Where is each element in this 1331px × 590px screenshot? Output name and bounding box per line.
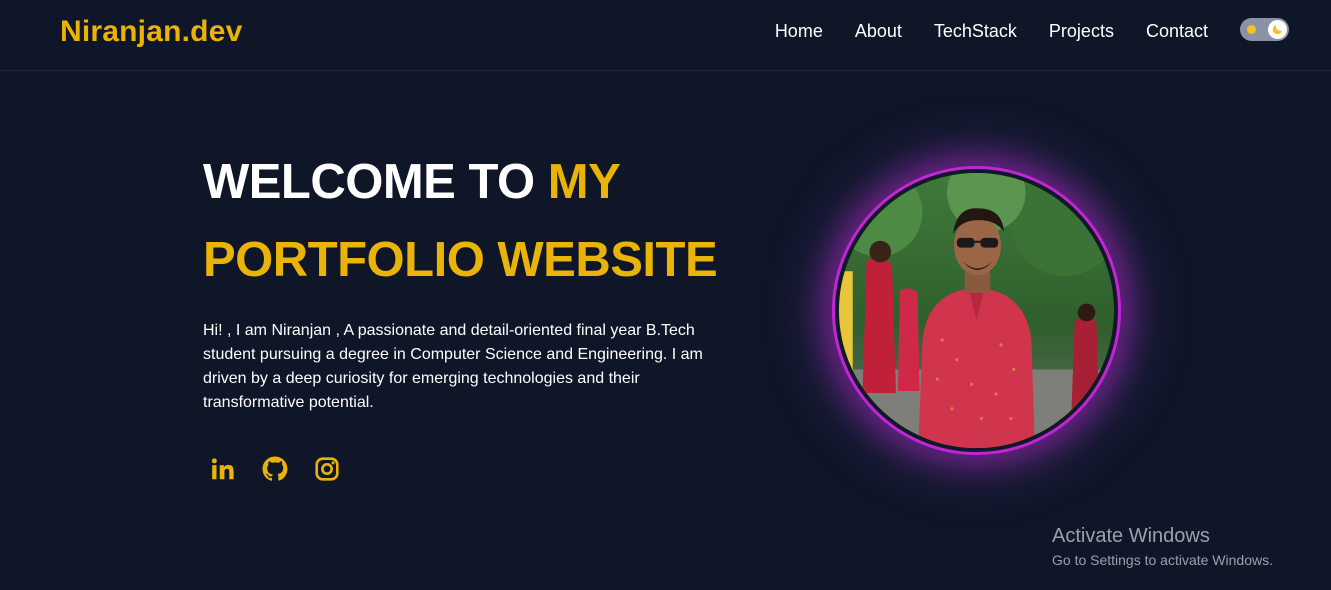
- sun-icon: [1247, 25, 1256, 34]
- instagram-link[interactable]: [313, 453, 341, 485]
- profile-photo: [837, 171, 1116, 450]
- navbar: Niranjan.dev Home About TechStack Projec…: [0, 0, 1331, 71]
- profile-photo-frame: [832, 166, 1121, 455]
- nav-techstack[interactable]: TechStack: [934, 19, 1017, 43]
- social-links: [209, 453, 341, 485]
- nav-about[interactable]: About: [855, 19, 902, 43]
- windows-activation-watermark: Activate Windows Go to Settings to activ…: [1052, 524, 1273, 570]
- nav-home[interactable]: Home: [775, 19, 823, 43]
- toggle-knob: [1268, 20, 1287, 39]
- nav-contact[interactable]: Contact: [1146, 19, 1208, 43]
- hero-title-part1: WELCOME TO: [203, 155, 548, 209]
- hero-title: WELCOME TO MY PORTFOLIO WEBSITE: [203, 143, 718, 299]
- nav-projects[interactable]: Projects: [1049, 19, 1114, 43]
- instagram-icon: [315, 457, 339, 481]
- linkedin-icon: [211, 458, 234, 480]
- linkedin-link[interactable]: [209, 453, 237, 485]
- github-link[interactable]: [261, 453, 289, 485]
- brand-logo[interactable]: Niranjan.dev: [60, 15, 242, 49]
- moon-icon: [1272, 25, 1282, 35]
- theme-toggle[interactable]: [1240, 18, 1289, 41]
- hero-title-accent: MY: [547, 155, 621, 209]
- nav-links: Home About TechStack Projects Contact: [775, 19, 1208, 43]
- watermark-subtitle: Go to Settings to activate Windows.: [1052, 552, 1273, 568]
- hero-description: Hi! , I am Niranjan , A passionate and d…: [203, 322, 703, 411]
- github-icon: [262, 456, 288, 481]
- watermark-title: Activate Windows: [1052, 525, 1210, 547]
- hero-title-part2: PORTFOLIO WEBSITE: [203, 233, 718, 287]
